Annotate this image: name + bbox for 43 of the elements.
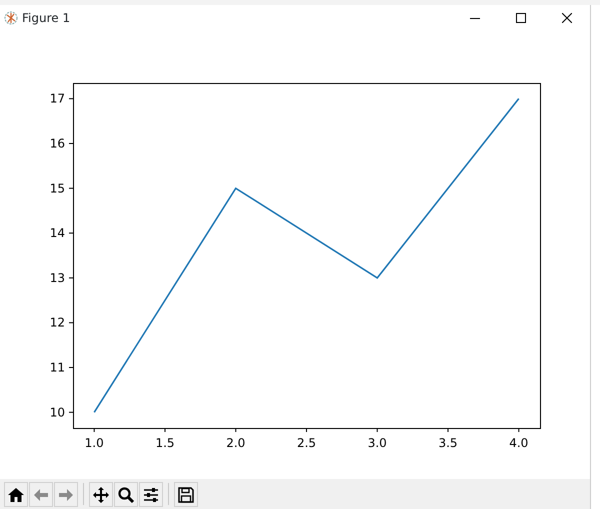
tick-mark — [94, 428, 95, 432]
save-button[interactable] — [174, 482, 198, 507]
y-tick-label: 13 — [50, 270, 65, 285]
tick-mark — [68, 367, 74, 368]
search-icon — [117, 486, 135, 504]
y-tick-label: 17 — [50, 92, 65, 106]
window-title: Figure 1 — [22, 10, 70, 26]
tick-mark — [68, 142, 74, 144]
pan-button[interactable] — [89, 482, 113, 507]
y-tick-label: 16 — [50, 136, 65, 150]
close-icon — [562, 12, 572, 22]
x-tick-label: 3.5 — [438, 436, 458, 450]
x-tick-label: 3.0 — [368, 436, 387, 450]
tick-mark — [68, 322, 74, 324]
y-tick-label: 11 — [50, 360, 65, 375]
tick-mark — [68, 412, 74, 413]
move-arrows-icon — [92, 486, 110, 504]
x-tick-label: 1.5 — [155, 436, 175, 450]
configure-button[interactable] — [139, 482, 163, 507]
y-tick-label: 15 — [50, 181, 65, 196]
y-tick-label: 10 — [50, 405, 65, 420]
home-icon — [7, 486, 25, 504]
x-tick-label: 4.0 — [509, 436, 528, 450]
tick-mark — [68, 232, 74, 234]
tick-mark — [376, 428, 378, 432]
y-tick-label: 14 — [50, 226, 65, 240]
home-button[interactable] — [4, 482, 28, 507]
tick-mark — [68, 277, 74, 278]
tick-mark — [448, 428, 449, 432]
maximize-icon — [516, 12, 526, 22]
tick-mark — [164, 428, 166, 432]
tick-mark — [306, 428, 307, 432]
x-tick-label: 1.0 — [84, 436, 104, 450]
sliders-icon — [142, 486, 160, 504]
y-tick-label: 12 — [50, 316, 65, 330]
tick-mark — [68, 98, 74, 100]
x-tick-label: 2.5 — [296, 436, 316, 450]
tick-mark — [518, 428, 520, 432]
x-tick-label: 2.0 — [226, 436, 246, 450]
tick-mark — [235, 428, 236, 432]
app-icon — [4, 10, 18, 24]
tick-mark — [68, 188, 74, 189]
zoom-button[interactable] — [114, 482, 138, 507]
